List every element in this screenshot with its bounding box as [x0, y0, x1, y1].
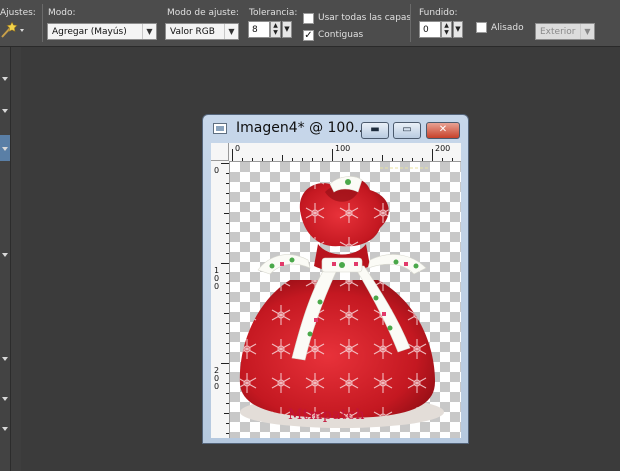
image-canvas[interactable]: Mtmpatch	[230, 162, 461, 438]
tool-options-bar: Ajustes: Modo: Agregar (Mayús) ▼ Modo de…	[0, 0, 620, 47]
fundido-input[interactable]: 0	[419, 21, 441, 38]
exterior-select-value: Exterior	[540, 27, 576, 37]
fundido-dropdown-button[interactable]: ▼	[453, 21, 463, 38]
tolerancia-value: 8	[252, 25, 258, 35]
ruler-label: 200	[435, 144, 451, 153]
vertical-ruler: 0 100 200	[211, 161, 230, 438]
image-client-area: 0 100 200 0 100 200 Mtmpatch	[211, 143, 461, 438]
contiguas-label: Contiguas	[318, 30, 364, 40]
magic-wand-icon	[1, 21, 24, 38]
modo-select-value: Agregar (Mayús)	[52, 27, 127, 37]
minimize-button[interactable]: ▬	[361, 122, 389, 139]
ruler-label: 0	[235, 144, 241, 153]
ajustes-label: Ajustes:	[0, 8, 36, 18]
chevron-down-icon: ▼	[224, 24, 238, 39]
alisado-label: Alisado	[491, 23, 524, 33]
tolerancia-spinner[interactable]: ▲ ▼	[270, 21, 281, 38]
modo-ajuste-select[interactable]: Valor RGB ▼	[165, 23, 239, 40]
expand-arrow-icon[interactable]	[2, 397, 8, 401]
expand-arrow-icon[interactable]	[2, 253, 8, 257]
toolbar-separator	[42, 4, 43, 42]
exterior-select[interactable]: Exterior ▼	[535, 23, 595, 40]
image-window-title: Imagen4* @ 100...	[236, 120, 368, 136]
maximize-button[interactable]: ▭	[393, 122, 421, 139]
tolerancia-dropdown-button[interactable]: ▼	[282, 21, 292, 38]
horizontal-ruler: 0 100 200	[211, 143, 461, 162]
expand-arrow-icon[interactable]	[2, 109, 8, 113]
watermark-text: Mtmpatch	[288, 407, 366, 423]
image-window[interactable]: Imagen4* @ 100... ▬ ▭ ✕ 0 100 200 0 100 …	[202, 114, 469, 444]
ruler-label: 0	[214, 166, 220, 175]
close-button[interactable]: ✕	[426, 122, 460, 139]
expand-arrow-icon[interactable]	[2, 357, 8, 361]
preset-picker[interactable]	[0, 20, 30, 40]
ruler-label: 100	[214, 266, 220, 291]
tolerancia-label: Tolerancia:	[249, 8, 298, 18]
ruler-ticks	[221, 163, 229, 434]
modo-ajuste-select-value: Valor RGB	[170, 27, 215, 37]
ruler-corner	[211, 143, 229, 161]
alisado-checkbox[interactable]	[476, 22, 487, 33]
fundido-value: 0	[423, 25, 429, 35]
chevron-down-icon: ▼	[142, 24, 156, 39]
left-dock-strip	[0, 47, 11, 471]
gift-bag-image	[239, 167, 444, 428]
modo-label: Modo:	[48, 8, 76, 18]
usar-capas-label: Usar todas las capas	[318, 13, 412, 23]
modo-select[interactable]: Agregar (Mayús) ▼	[47, 23, 157, 40]
ruler-label: 200	[214, 366, 220, 391]
ruler-label: 100	[335, 144, 351, 153]
tolerancia-input[interactable]: 8	[248, 21, 270, 38]
workspace-edge	[11, 47, 21, 471]
expand-arrow-icon[interactable]	[2, 427, 8, 431]
toolbar-separator	[410, 4, 411, 42]
fundido-label: Fundido:	[419, 8, 458, 18]
usar-capas-checkbox[interactable]	[303, 13, 314, 24]
chevron-down-icon: ▼	[580, 24, 594, 39]
expand-arrow-icon[interactable]	[2, 77, 8, 81]
fundido-spinner[interactable]: ▲ ▼	[441, 21, 452, 38]
modo-ajuste-label: Modo de ajuste:	[167, 8, 239, 18]
expand-arrow-icon[interactable]	[2, 147, 8, 151]
image-window-icon	[213, 123, 227, 134]
contiguas-checkbox[interactable]: ✓	[303, 30, 314, 41]
